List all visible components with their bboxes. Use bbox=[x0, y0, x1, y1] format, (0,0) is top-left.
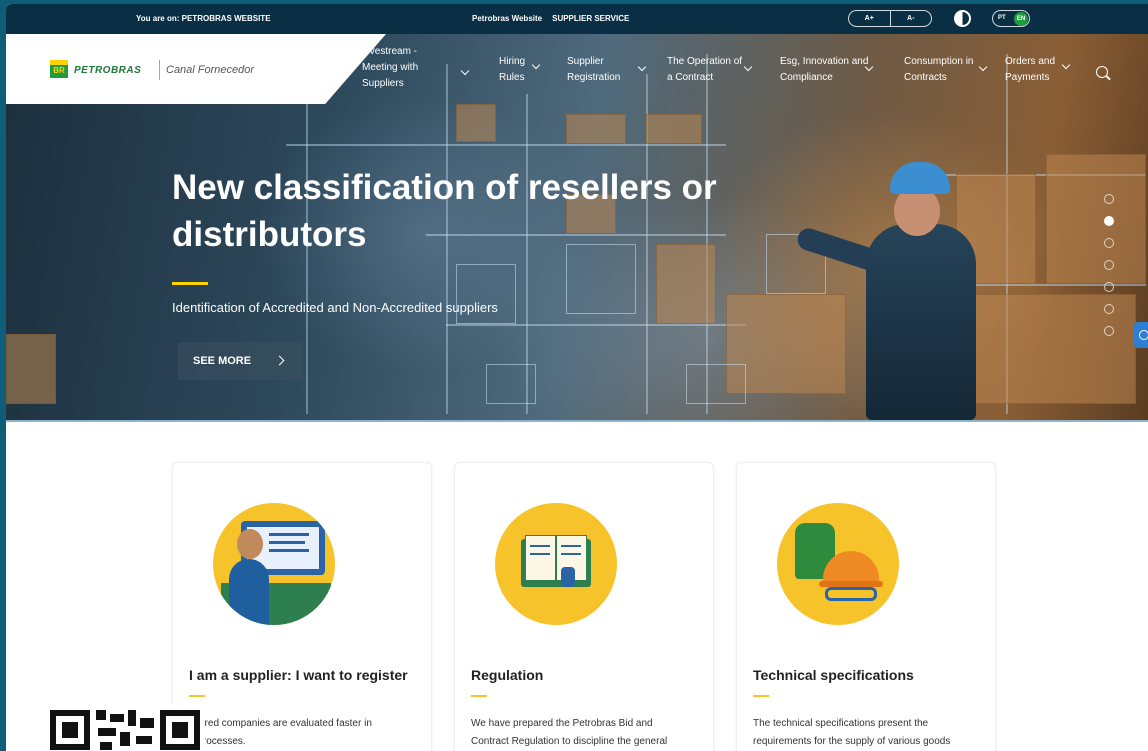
lang-en-option[interactable]: EN bbox=[1014, 12, 1028, 26]
hologram-cube bbox=[486, 364, 536, 404]
safety-gear-icon bbox=[777, 503, 899, 625]
slide-dot[interactable] bbox=[1104, 282, 1114, 292]
nav-orders-payments[interactable]: Orders and Payments bbox=[1005, 54, 1071, 86]
nav-supplier-registration[interactable]: Supplier Registration bbox=[567, 54, 647, 86]
supplier-service-link[interactable]: SUPPLIER SERVICE bbox=[552, 14, 629, 23]
slide-dot[interactable] bbox=[1104, 326, 1114, 336]
font-increase-button[interactable]: A+ bbox=[849, 11, 891, 26]
see-more-label: SEE MORE bbox=[193, 355, 252, 367]
font-decrease-button[interactable]: A- bbox=[891, 11, 932, 26]
cargo-box bbox=[456, 104, 496, 142]
utility-bar: You are on: PETROBRAS WEBSITE Petrobras … bbox=[6, 4, 1148, 34]
slide-dot[interactable] bbox=[1104, 304, 1114, 314]
cargo-box bbox=[6, 334, 56, 404]
qr-code bbox=[50, 704, 205, 751]
card-accent-rule bbox=[471, 695, 487, 697]
cargo-box bbox=[646, 114, 702, 144]
language-switch[interactable]: PT EN bbox=[992, 10, 1030, 27]
channel-name: Canal Fornecedor bbox=[166, 64, 255, 76]
card-regulation[interactable]: Regulation We have prepared the Petrobra… bbox=[454, 462, 714, 751]
hero-subtitle: Identification of Accredited and Non-Acc… bbox=[172, 300, 498, 315]
font-size-control: A+ A- bbox=[848, 10, 932, 27]
nav-operation-contract[interactable]: The Operation of a Contract bbox=[667, 54, 753, 86]
lang-pt-option[interactable]: PT bbox=[998, 15, 1006, 21]
nav-consumption[interactable]: Consumption in Contracts bbox=[904, 54, 988, 86]
hero-title: New classification of resellers or distr… bbox=[172, 168, 717, 254]
nav-orders-payments-label: Orders and Payments bbox=[1005, 56, 1056, 83]
slide-dot[interactable] bbox=[1104, 238, 1114, 248]
computer-user-icon bbox=[213, 503, 335, 625]
petrobras-logo-text[interactable]: PETROBRAS bbox=[74, 65, 141, 76]
nav-esg[interactable]: Esg, Innovation and Compliance bbox=[780, 54, 874, 86]
card-title: Regulation bbox=[471, 667, 544, 683]
worker-figure bbox=[866, 224, 976, 420]
card-accent-rule bbox=[753, 695, 769, 697]
cargo-box bbox=[1046, 154, 1146, 284]
card-title: I am a supplier: I want to register bbox=[189, 667, 408, 683]
utility-links: Petrobras Website SUPPLIER SERVICE bbox=[472, 14, 629, 23]
nav-livestream-label: Livestream - Meeting with Suppliers bbox=[362, 46, 419, 89]
nav-livestream[interactable]: Livestream - Meeting with Suppliers bbox=[362, 44, 470, 92]
card-title: Technical specifications bbox=[753, 667, 914, 683]
nav-hiring-rules-label: Hiring Rules bbox=[499, 56, 526, 83]
card-text-line: Contract Regulation to discipline the ge… bbox=[471, 736, 668, 747]
rack-shelf bbox=[946, 284, 1146, 286]
see-more-button[interactable]: SEE MORE bbox=[178, 342, 302, 380]
nav-operation-contract-label: The Operation of a Contract bbox=[667, 56, 743, 83]
rack-shelf bbox=[286, 144, 726, 146]
slide-dot[interactable] bbox=[1104, 194, 1114, 204]
chevron-down-icon bbox=[531, 60, 541, 70]
card-supplier-register[interactable]: I am a supplier: I want to register iste… bbox=[172, 462, 432, 751]
nav-supplier-registration-label: Supplier Registration bbox=[567, 56, 621, 83]
card-accent-rule bbox=[189, 695, 205, 697]
card-description: We have prepared the Petrobras Bid and C… bbox=[471, 715, 701, 751]
open-book-icon bbox=[495, 503, 617, 625]
hero-divider bbox=[6, 420, 1148, 422]
nav-consumption-label: Consumption in Contracts bbox=[904, 56, 974, 83]
slide-dot[interactable] bbox=[1104, 260, 1114, 270]
nav-hiring-rules[interactable]: Hiring Rules bbox=[499, 54, 541, 86]
location-breadcrumb: You are on: PETROBRAS WEBSITE bbox=[136, 14, 271, 23]
hologram-cube bbox=[456, 264, 516, 324]
logo-divider bbox=[159, 60, 160, 80]
card-text-line: requirements for the supply of various g… bbox=[753, 736, 951, 747]
cargo-box bbox=[566, 114, 626, 144]
browser-frame: You are on: PETROBRAS WEBSITE Petrobras … bbox=[6, 4, 1148, 751]
contrast-toggle-icon[interactable] bbox=[954, 10, 971, 27]
card-technical-specifications[interactable]: Technical specifications The technical s… bbox=[736, 462, 996, 751]
hero-accent-rule bbox=[172, 282, 208, 285]
accessibility-tab-icon[interactable] bbox=[1134, 322, 1148, 348]
slide-dot-active[interactable] bbox=[1104, 216, 1114, 226]
card-description: istered companies are evaluated faster i… bbox=[189, 715, 419, 751]
worker-helmet bbox=[890, 162, 950, 194]
slider-dots bbox=[1104, 194, 1116, 348]
search-icon[interactable] bbox=[1096, 66, 1108, 78]
hologram-cube bbox=[686, 364, 746, 404]
rack-shelf bbox=[446, 324, 746, 326]
chevron-right-icon bbox=[274, 355, 285, 366]
nav-esg-label: Esg, Innovation and Compliance bbox=[780, 56, 869, 83]
card-text-line: The technical specifications present the bbox=[753, 718, 929, 729]
petrobras-logo-mark: BR bbox=[50, 60, 68, 78]
card-text-line: We have prepared the Petrobras Bid and bbox=[471, 718, 653, 729]
card-text-line: istered companies are evaluated faster i… bbox=[189, 718, 372, 729]
logo-panel: BR PETROBRAS Canal Fornecedor bbox=[6, 34, 386, 104]
card-description: The technical specifications present the… bbox=[753, 715, 983, 751]
petrobras-website-link[interactable]: Petrobras Website bbox=[472, 14, 542, 23]
